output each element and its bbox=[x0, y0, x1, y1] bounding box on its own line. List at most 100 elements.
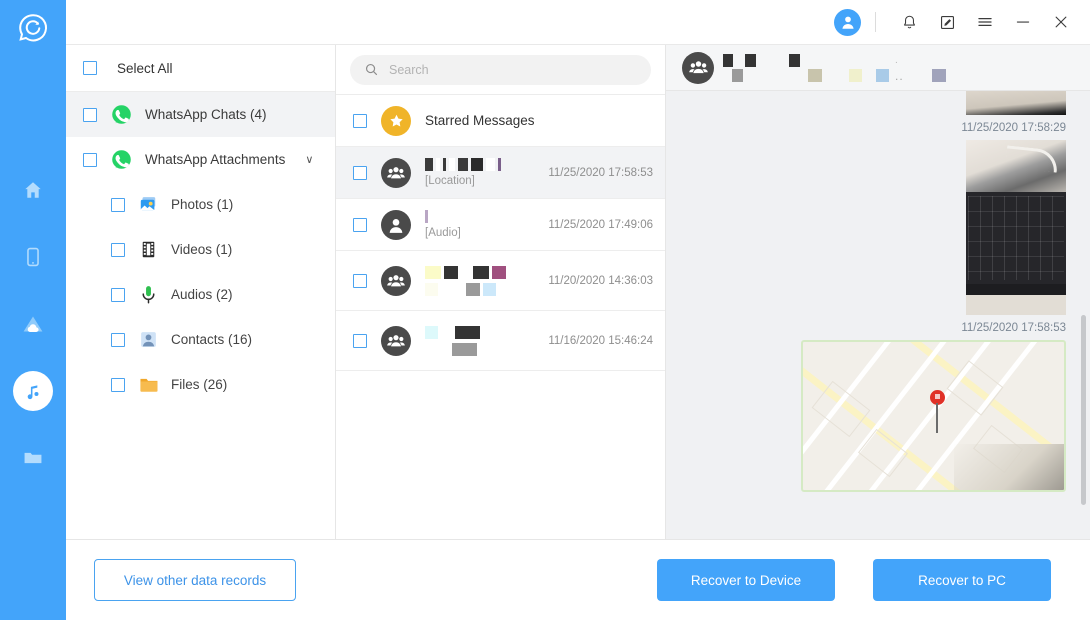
sidebar-item-files-26[interactable]: Files (26) bbox=[66, 362, 335, 407]
chat-item-title: Starred Messages bbox=[425, 113, 535, 128]
message-location bbox=[682, 340, 1066, 492]
select-all-row[interactable]: Select All bbox=[66, 45, 335, 92]
audios-icon bbox=[142, 286, 154, 304]
feedback-button[interactable] bbox=[932, 7, 962, 37]
message-photo-partial: 11/25/2020 17:58:29 bbox=[682, 91, 1066, 140]
chat-item-timestamp: 11/25/2020 17:58:53 bbox=[548, 166, 653, 179]
sidebar-item-audios-2[interactable]: Audios (2) bbox=[66, 272, 335, 317]
chat-item-body: [Location] bbox=[425, 158, 534, 187]
map-location-pin bbox=[930, 390, 945, 433]
search-input[interactable] bbox=[389, 62, 637, 77]
keyboard-photo-thumbnail[interactable] bbox=[966, 140, 1066, 315]
account-avatar-button[interactable] bbox=[834, 8, 861, 36]
rail-item-device[interactable] bbox=[13, 237, 53, 277]
category-checkbox[interactable] bbox=[83, 107, 97, 122]
category-checkbox[interactable] bbox=[111, 377, 125, 392]
category-checkbox[interactable] bbox=[111, 332, 125, 347]
redaction-block bbox=[723, 53, 733, 67]
photo-cable bbox=[1004, 145, 1060, 173]
location-map-thumbnail[interactable] bbox=[801, 340, 1066, 492]
redaction-block bbox=[723, 68, 729, 82]
redaction-block bbox=[425, 342, 449, 356]
chat-name-redacted bbox=[425, 158, 534, 171]
photos-icon-wrap bbox=[137, 194, 159, 216]
footer-bar: View other data records Recover to Devic… bbox=[66, 539, 1090, 620]
notifications-button[interactable] bbox=[894, 7, 924, 37]
sidebar-item-label: WhatsApp Attachments bbox=[145, 152, 286, 167]
sidebar-item-label: Videos (1) bbox=[171, 242, 233, 257]
message-photo: 11/25/2020 17:58:53 bbox=[682, 140, 1066, 340]
redaction-block bbox=[486, 158, 495, 171]
menu-button[interactable] bbox=[970, 7, 1000, 37]
conversation-scrollbar[interactable] bbox=[1081, 315, 1086, 505]
sidebar-item-whatsapp-attachments[interactable]: WhatsApp Attachments ∨ bbox=[66, 137, 335, 182]
chat-checkbox[interactable] bbox=[353, 217, 367, 232]
chat-avatar bbox=[381, 157, 411, 188]
chat-name-redacted bbox=[425, 282, 534, 296]
recover-to-pc-button[interactable]: Recover to PC bbox=[873, 559, 1051, 601]
select-all-checkbox[interactable] bbox=[83, 61, 97, 75]
main-body: Select All WhatsApp Chats (4) WhatsApp At… bbox=[66, 44, 1090, 539]
chat-checkbox[interactable] bbox=[353, 113, 367, 128]
rail-item-music[interactable] bbox=[13, 371, 53, 411]
files-icon-wrap bbox=[137, 374, 159, 396]
group-icon bbox=[387, 274, 405, 286]
minimize-button[interactable] bbox=[1008, 7, 1038, 37]
photos-icon bbox=[140, 197, 155, 211]
contacts-icon-wrap bbox=[137, 329, 159, 351]
footer-actions: Recover to Device Recover to PC bbox=[657, 559, 1090, 601]
chat-list-item[interactable]: [Location] 11/25/2020 17:58:53 bbox=[336, 147, 665, 199]
chat-name-redacted bbox=[425, 210, 534, 223]
chat-list-item[interactable]: [Audio] 11/25/2020 17:49:06 bbox=[336, 199, 665, 251]
redaction-block bbox=[736, 53, 742, 67]
sidebar-item-videos-1[interactable]: Videos (1) bbox=[66, 227, 335, 272]
rail-item-home[interactable] bbox=[13, 170, 53, 210]
chat-item-body bbox=[425, 265, 534, 296]
redaction-block bbox=[746, 68, 805, 82]
message-stream: 11/25/2020 17:58:29 11/25/2020 17:58:53 bbox=[666, 91, 1090, 539]
chat-list-item[interactable]: 11/20/2020 14:36:03 bbox=[336, 251, 665, 311]
category-checkbox[interactable] bbox=[111, 197, 125, 212]
whatsapp-icon bbox=[111, 150, 131, 169]
photo-base-region bbox=[966, 284, 1066, 315]
photo-desk-region bbox=[966, 140, 1066, 198]
chat-checkbox[interactable] bbox=[353, 273, 367, 288]
chat-checkbox[interactable] bbox=[353, 165, 367, 180]
message-timestamp: 11/25/2020 17:58:53 bbox=[961, 322, 1066, 334]
redaction-block bbox=[458, 158, 468, 171]
chat-checkbox[interactable] bbox=[353, 333, 367, 348]
chevron-down-icon[interactable]: ∨ bbox=[305, 153, 313, 166]
partial-photo-thumbnail[interactable] bbox=[966, 91, 1066, 115]
chat-item-body bbox=[425, 325, 534, 356]
app-logo bbox=[11, 6, 55, 50]
rail-item-cloud[interactable] bbox=[13, 304, 53, 344]
header-dot-mark: . bbox=[895, 55, 898, 66]
chat-name-redacted bbox=[425, 325, 534, 339]
search-bar bbox=[336, 45, 665, 95]
sidebar-item-whatsapp-chats-4[interactable]: WhatsApp Chats (4) bbox=[66, 92, 335, 137]
category-checkbox[interactable] bbox=[111, 242, 125, 257]
group-icon bbox=[387, 334, 405, 346]
sidebar-item-contacts-16[interactable]: Contacts (16) bbox=[66, 317, 335, 362]
search-icon bbox=[365, 63, 378, 76]
rail-item-folder[interactable] bbox=[13, 438, 53, 478]
group-icon bbox=[387, 166, 405, 178]
view-other-data-records-button[interactable]: View other data records bbox=[94, 559, 296, 601]
sidebar-item-photos-1[interactable]: Photos (1) bbox=[66, 182, 335, 227]
titlebar-divider bbox=[875, 12, 876, 32]
redaction-block bbox=[444, 265, 458, 279]
redaction-block bbox=[425, 210, 428, 223]
chat-list-item[interactable]: 11/16/2020 15:46:24 bbox=[336, 311, 665, 371]
search-box[interactable] bbox=[350, 54, 651, 85]
category-checkbox[interactable] bbox=[111, 287, 125, 302]
close-button[interactable] bbox=[1046, 7, 1076, 37]
chat-list-item-starred[interactable]: Starred Messages bbox=[336, 95, 665, 147]
redaction-block bbox=[436, 158, 440, 171]
chat-avatar bbox=[381, 325, 411, 356]
conversation-panel: . .. 11/25/2020 17:58:29 11/25/2020 17:5… bbox=[666, 45, 1090, 539]
sidebar-item-label: Contacts (16) bbox=[171, 332, 253, 347]
conversation-header: . .. bbox=[666, 45, 1090, 91]
recover-to-device-button[interactable]: Recover to Device bbox=[657, 559, 835, 601]
category-checkbox[interactable] bbox=[83, 152, 97, 167]
redaction-block bbox=[483, 282, 496, 296]
